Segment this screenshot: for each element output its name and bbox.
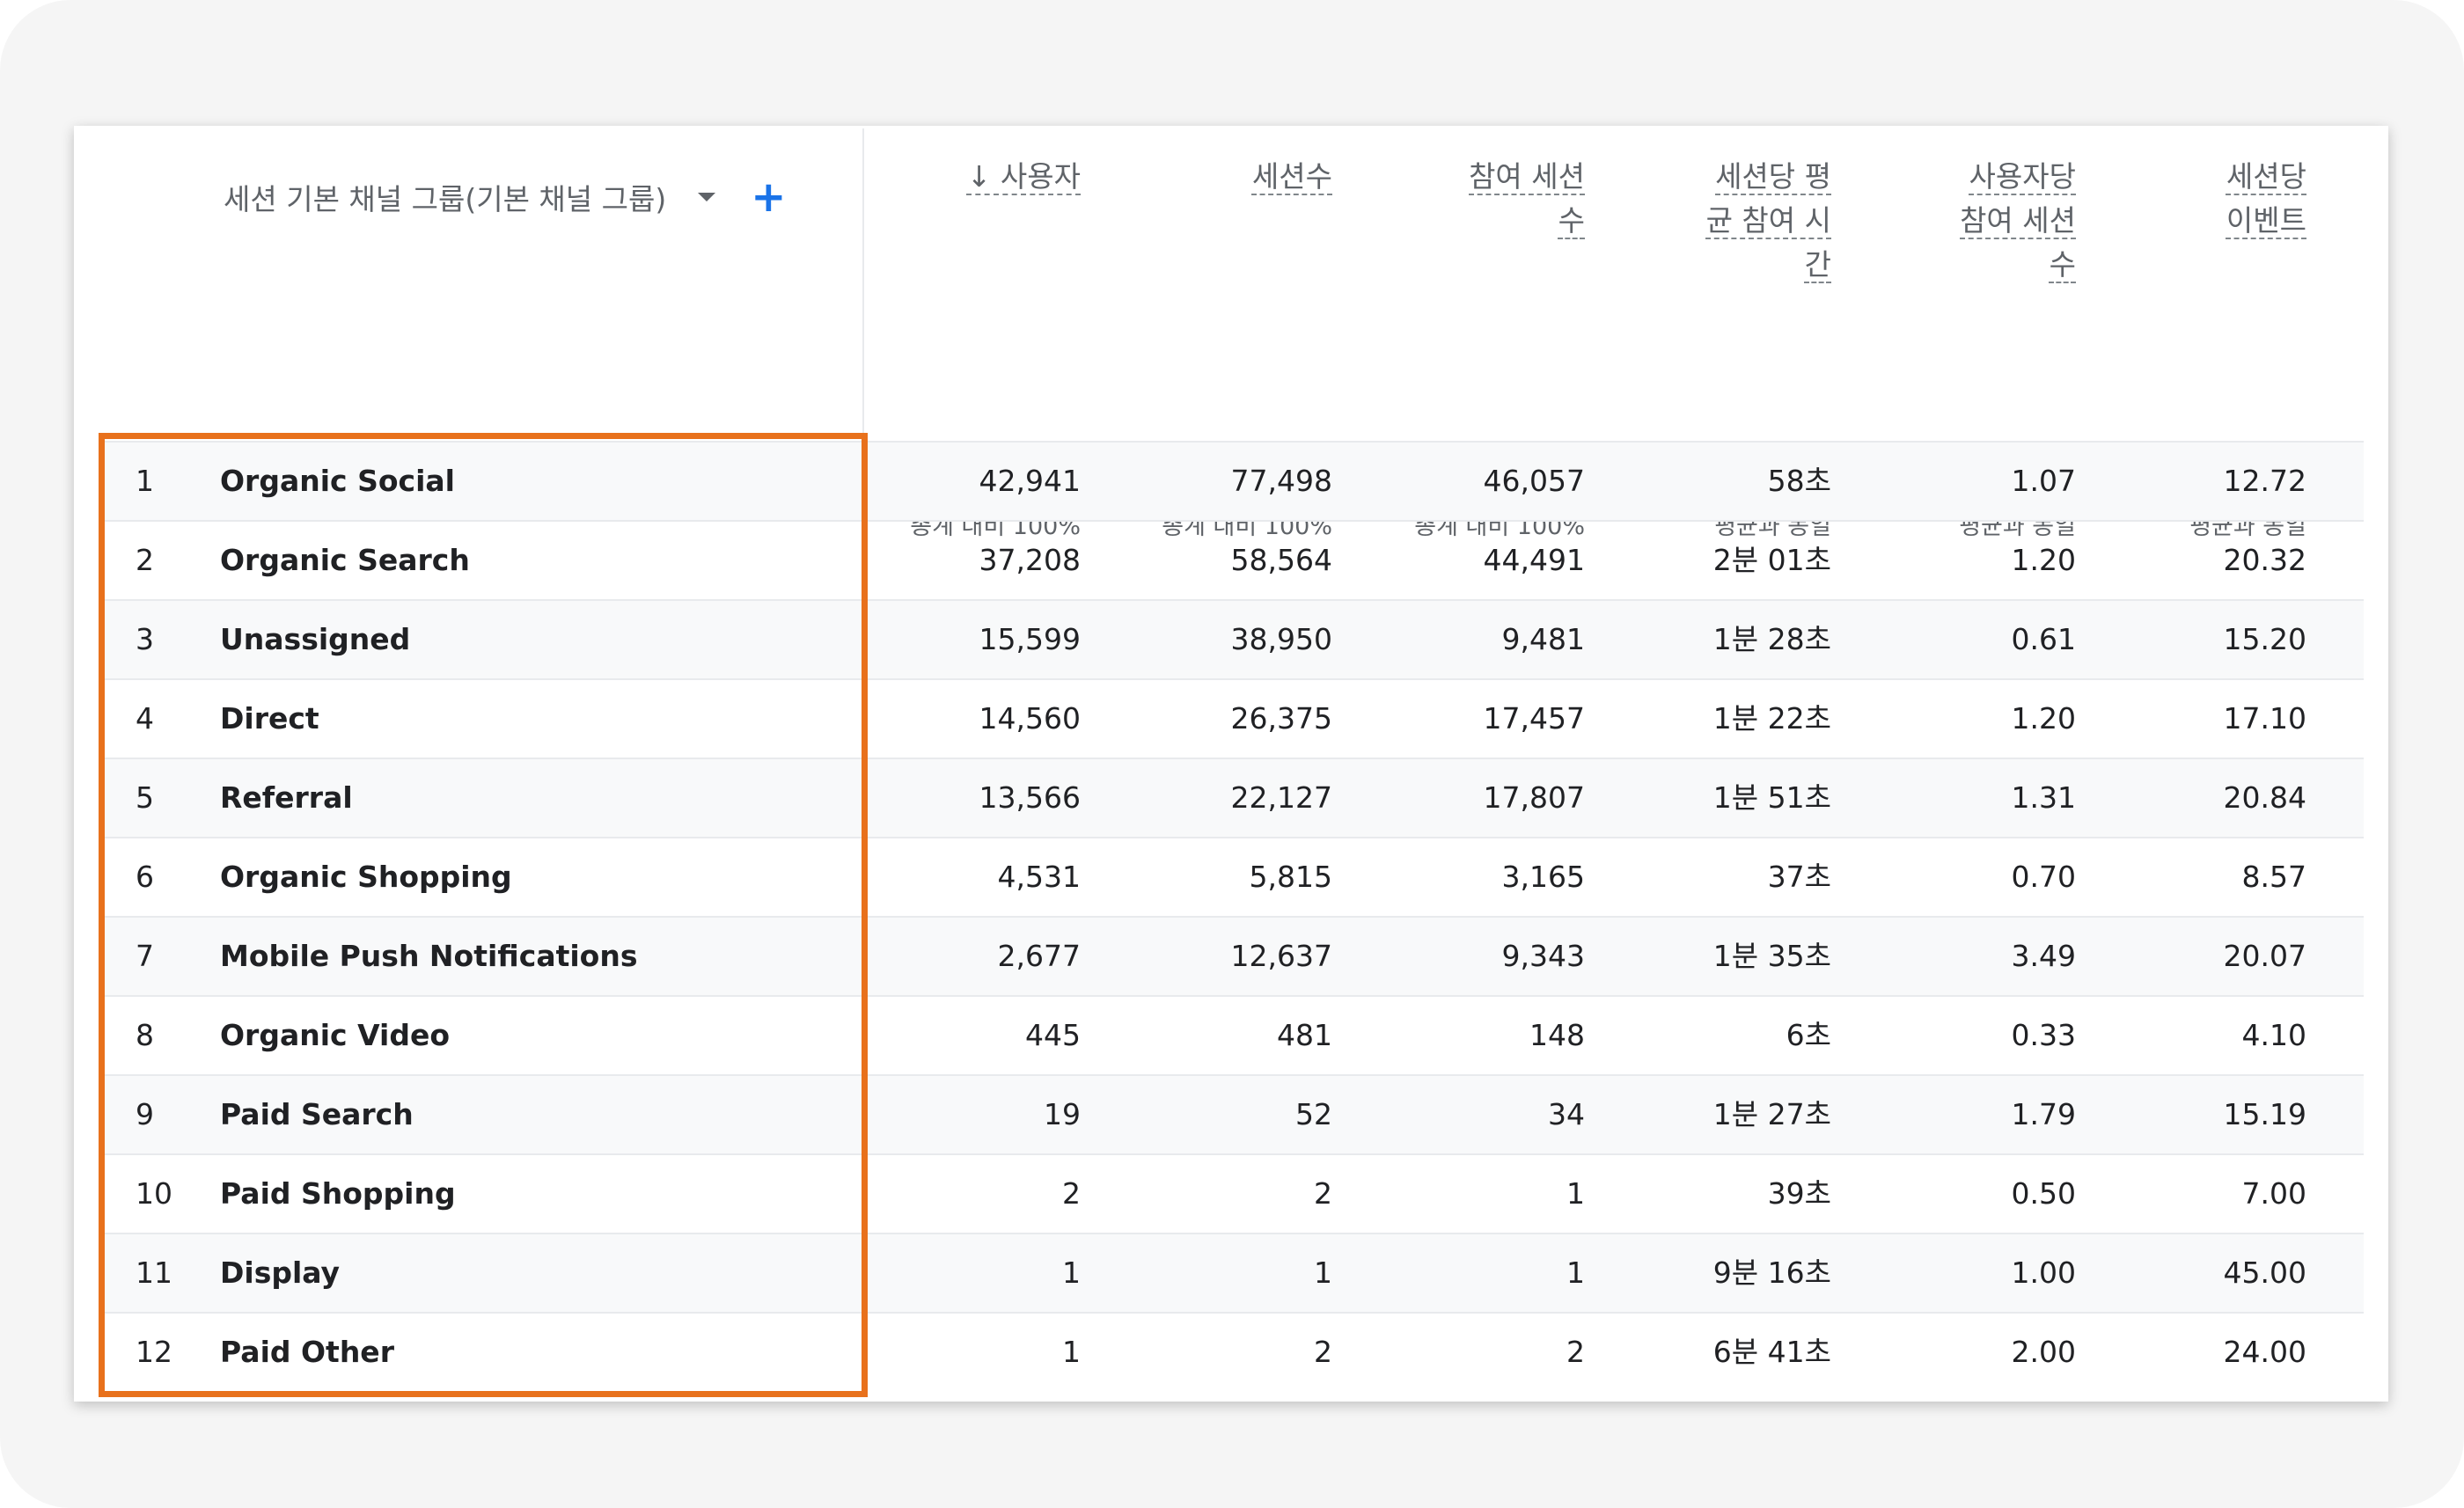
dimension-header[interactable]: 세션 기본 채널 그룹(기본 채널 그룹) + bbox=[224, 171, 786, 223]
metric-cell: 1.20 bbox=[2011, 701, 2076, 736]
metric-cell: 1.20 bbox=[2011, 543, 2076, 577]
metric-label-line: 사용자당 bbox=[1969, 159, 2076, 194]
metric-cell: 148 bbox=[1529, 1018, 1585, 1052]
metric-cell: 34 bbox=[1548, 1097, 1585, 1131]
metric-cell: 7.00 bbox=[2241, 1176, 2306, 1211]
add-dimension-button[interactable]: + bbox=[751, 176, 786, 218]
metric-cell: 1분 28초 bbox=[1712, 622, 1831, 656]
metric-cell: 1.07 bbox=[2011, 464, 2076, 498]
metric-cell: 2 bbox=[1314, 1176, 1332, 1211]
metric-cell: 9분 16초 bbox=[1712, 1255, 1831, 1290]
metric-cell: 0.33 bbox=[2011, 1018, 2076, 1052]
metric-cell: 46,057 bbox=[1483, 464, 1585, 498]
metric-cell: 58초 bbox=[1767, 464, 1831, 498]
metric-cell: 5,815 bbox=[1249, 860, 1332, 894]
metric-cell: 0.70 bbox=[2011, 860, 2076, 894]
metric-cell: 58,564 bbox=[1230, 543, 1332, 577]
metric-cell: 1.31 bbox=[2011, 780, 2076, 815]
metric-cell: 17,457 bbox=[1483, 701, 1585, 736]
metric-label-line: 수 bbox=[2049, 247, 2076, 282]
metric-cell: 6분 41초 bbox=[1712, 1335, 1831, 1369]
metric-cell: 37,208 bbox=[979, 543, 1081, 577]
metric-cell: 17.10 bbox=[2223, 701, 2306, 736]
metric-cell: 1.79 bbox=[2011, 1097, 2076, 1131]
dropdown-caret-icon[interactable] bbox=[698, 193, 716, 201]
metric-cell: 19 bbox=[1044, 1097, 1081, 1131]
metric-cell: 9,481 bbox=[1501, 622, 1585, 656]
metric-cell: 17,807 bbox=[1483, 780, 1585, 815]
metric-cell: 1분 27초 bbox=[1712, 1097, 1831, 1131]
metric-label-line: 세션당 bbox=[2226, 159, 2306, 194]
metric-cell: 1 bbox=[1062, 1255, 1081, 1290]
metric-header-2[interactable]: 세션수240,718총계 대비 100% bbox=[1162, 155, 1332, 540]
metric-cell: 24.00 bbox=[2223, 1335, 2306, 1369]
metric-cell: 8.57 bbox=[2241, 860, 2306, 894]
metric-cell: 1 bbox=[1314, 1255, 1332, 1290]
metric-cell: 481 bbox=[1277, 1018, 1332, 1052]
metric-cell: 44,491 bbox=[1483, 543, 1585, 577]
metric-cell: 2 bbox=[1566, 1335, 1585, 1369]
metric-cell: 38,950 bbox=[1230, 622, 1332, 656]
metric-header-5[interactable]: 사용자당참여 세션수1.23평균과 동일 bbox=[1959, 155, 2076, 540]
metric-cell: 0.50 bbox=[2011, 1176, 2076, 1211]
metric-label-line: 수 bbox=[1558, 203, 1585, 238]
metric-cell: 0.61 bbox=[2011, 622, 2076, 656]
metric-cell: 37초 bbox=[1767, 860, 1831, 894]
metric-label-line: 참여 세션 bbox=[1469, 159, 1585, 194]
metric-cell: 3,165 bbox=[1501, 860, 1585, 894]
metric-cell: 14,560 bbox=[979, 701, 1081, 736]
metric-header-3[interactable]: 참여 세션수147,225총계 대비 100% bbox=[1414, 155, 1585, 540]
metric-cell: 15,599 bbox=[979, 622, 1081, 656]
metric-cell: 20.32 bbox=[2223, 543, 2306, 577]
metric-label-line: 참여 세션 bbox=[1960, 203, 2076, 238]
metric-cell: 1.00 bbox=[2011, 1255, 2076, 1290]
metric-cell: 77,498 bbox=[1230, 464, 1332, 498]
metric-cell: 6초 bbox=[1786, 1018, 1831, 1052]
metric-cell: 1 bbox=[1062, 1335, 1081, 1369]
metric-label-line: 간 bbox=[1804, 247, 1831, 282]
metric-cell: 15.20 bbox=[2223, 622, 2306, 656]
metric-cell: 1분 51초 bbox=[1712, 780, 1831, 815]
metric-cell: 2 bbox=[1062, 1176, 1081, 1211]
metric-cell: 20.07 bbox=[2223, 939, 2306, 973]
metric-cell: 12.72 bbox=[2223, 464, 2306, 498]
metric-cell: 52 bbox=[1295, 1097, 1332, 1131]
metric-cell: 1 bbox=[1566, 1255, 1585, 1290]
metric-cell: 4.10 bbox=[2241, 1018, 2306, 1052]
metric-cell: 12,637 bbox=[1230, 939, 1332, 973]
metric-cell: 2.00 bbox=[2011, 1335, 2076, 1369]
metric-label-line: ↓ 사용자 bbox=[966, 159, 1081, 194]
metric-label-line: 세션당 평 bbox=[1715, 159, 1831, 194]
metric-cell: 1 bbox=[1566, 1176, 1585, 1211]
metric-label-line: 이벤트 bbox=[2226, 203, 2306, 238]
metric-cell: 39초 bbox=[1767, 1176, 1831, 1211]
metric-label-line: 균 참여 시 bbox=[1705, 203, 1831, 238]
metric-cell: 4,531 bbox=[997, 860, 1081, 894]
metric-header-1[interactable]: ↓ 사용자119,214총계 대비 100% bbox=[910, 155, 1081, 540]
metric-header-6[interactable]: 세션당이벤트16.56평균과 동일 bbox=[2189, 155, 2306, 540]
metric-cell: 20.84 bbox=[2223, 780, 2306, 815]
metric-header-4[interactable]: 세션당 평균 참여 시간1분 27초평균과 동일 bbox=[1705, 155, 1831, 540]
metric-cell: 2,677 bbox=[997, 939, 1081, 973]
header-divider bbox=[862, 128, 864, 441]
metric-cell: 1분 35초 bbox=[1712, 939, 1831, 973]
metric-cell: 26,375 bbox=[1230, 701, 1332, 736]
metric-label-line: 세션수 bbox=[1251, 159, 1332, 194]
dimension-label: 세션 기본 채널 그룹(기본 채널 그룹) bbox=[224, 182, 667, 216]
metric-cell: 9,343 bbox=[1501, 939, 1585, 973]
metric-cell: 3.49 bbox=[2011, 939, 2076, 973]
metric-cell: 42,941 bbox=[979, 464, 1081, 498]
metric-cell: 1분 22초 bbox=[1712, 701, 1831, 736]
highlight-box bbox=[99, 433, 868, 1397]
metric-cell: 445 bbox=[1025, 1018, 1081, 1052]
metric-cell: 45.00 bbox=[2223, 1255, 2306, 1290]
metric-cell: 22,127 bbox=[1230, 780, 1332, 815]
metric-cell: 2 bbox=[1314, 1335, 1332, 1369]
metric-cell: 13,566 bbox=[979, 780, 1081, 815]
metric-cell: 15.19 bbox=[2223, 1097, 2306, 1131]
metric-cell: 2분 01초 bbox=[1712, 543, 1831, 577]
